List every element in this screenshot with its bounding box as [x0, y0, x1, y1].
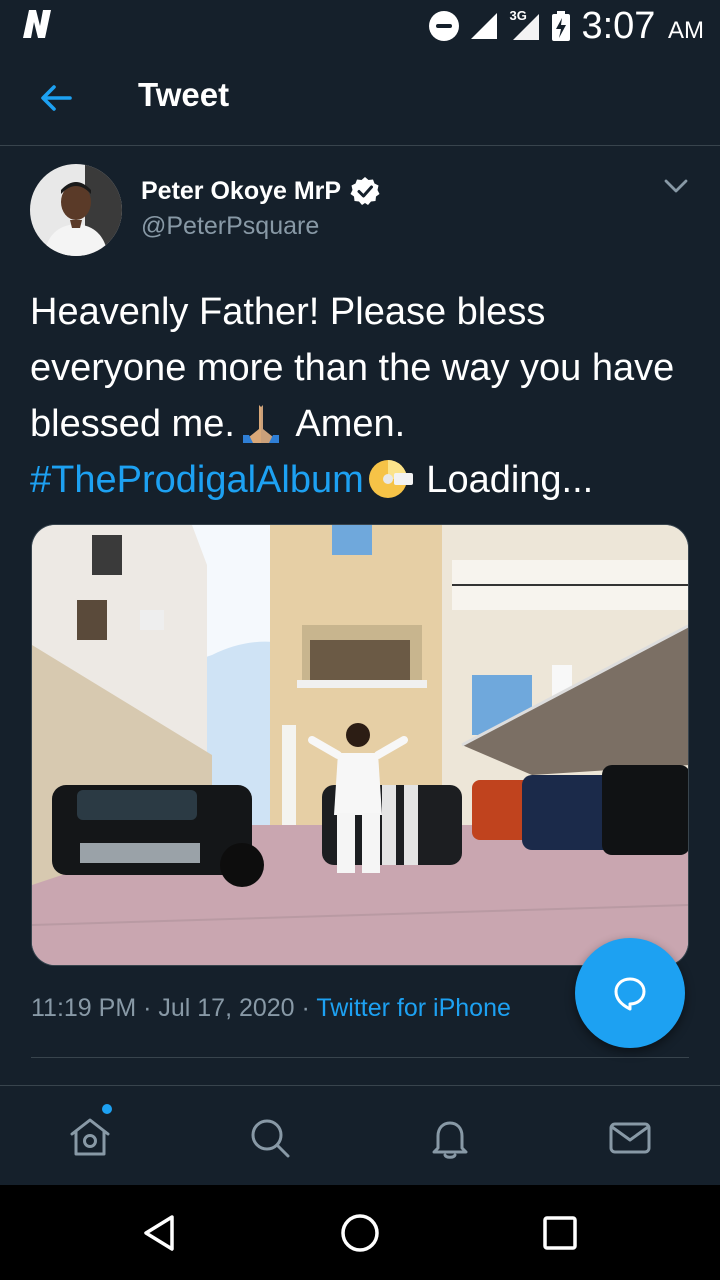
recents-square-icon[interactable] — [540, 1213, 580, 1253]
status-bar: 3G 3:07 AM — [0, 0, 720, 52]
messages-icon[interactable] — [606, 1114, 654, 1162]
status-clock: 3:07 AM — [581, 5, 704, 48]
author-handle[interactable]: @PeterPsquare — [141, 212, 319, 241]
clock-ampm: AM — [668, 16, 704, 44]
tweet-text-part2: Amen. — [286, 403, 406, 445]
home-icon[interactable] — [66, 1114, 114, 1162]
back-triangle-icon[interactable] — [140, 1213, 180, 1253]
folded-hands-emoji-icon — [242, 404, 279, 443]
system-navigation-bar — [0, 1185, 720, 1280]
dvd-disc-emoji-icon — [368, 459, 413, 498]
top-app-bar: Tweet — [0, 52, 720, 146]
reply-bubble-icon — [614, 977, 646, 1011]
tweet-meta: 11:19 PM · Jul 17, 2020 · Twitter for iP… — [31, 994, 511, 1023]
search-icon[interactable] — [246, 1114, 294, 1162]
tweet-text-part3: Loading... — [415, 459, 594, 501]
home-circle-icon[interactable] — [340, 1213, 380, 1253]
do-not-disturb-icon — [429, 11, 460, 41]
signal-3g-icon: 3G — [509, 8, 541, 42]
signal-icon — [471, 13, 498, 39]
new-content-dot — [102, 1104, 112, 1114]
verified-badge-icon — [350, 177, 380, 205]
divider — [31, 1057, 689, 1058]
notifications-icon[interactable] — [426, 1114, 474, 1162]
status-icons: 3G 3:07 AM — [429, 4, 704, 48]
page-title: Tweet — [138, 76, 230, 113]
clock-time: 3:07 — [581, 4, 656, 47]
author-name[interactable]: Peter Okoye MrP — [141, 175, 381, 207]
netflix-n-icon — [23, 10, 51, 38]
tweet-photo[interactable] — [31, 524, 689, 966]
battery-charging-icon — [552, 11, 571, 41]
tweet-text: Heavenly Father! Please bless everyone m… — [30, 284, 694, 508]
chevron-down-icon[interactable] — [660, 172, 692, 200]
author-avatar[interactable] — [30, 164, 122, 256]
hashtag-link[interactable]: #TheProdigalAlbum — [30, 459, 364, 501]
reply-fab-button[interactable] — [575, 938, 685, 1048]
author-name-text: Peter Okoye MrP — [141, 176, 342, 205]
tweet-timestamp: 11:19 PM · Jul 17, 2020 · — [31, 994, 317, 1022]
back-arrow-icon[interactable] — [36, 78, 76, 118]
bottom-tab-bar — [0, 1085, 720, 1185]
tweet-source-link[interactable]: Twitter for iPhone — [316, 994, 511, 1022]
